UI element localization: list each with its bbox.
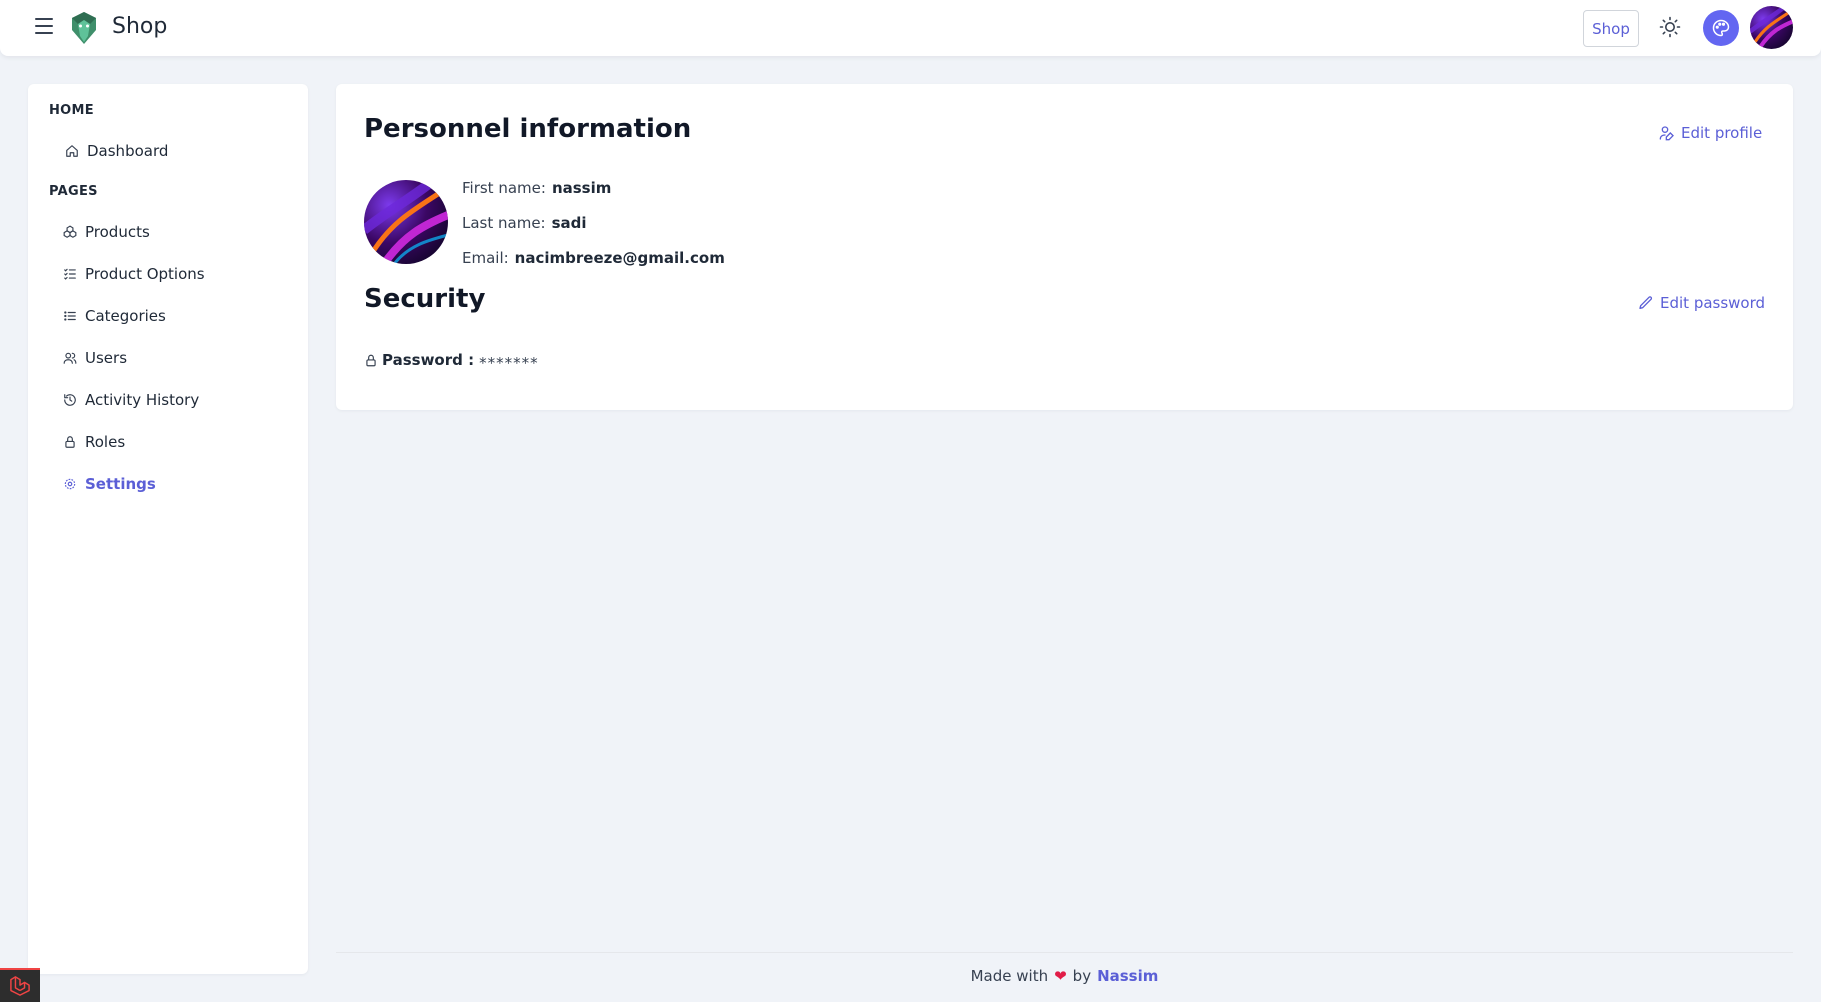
pencil-icon xyxy=(1639,296,1653,309)
first-name-label: First name: xyxy=(462,179,546,197)
home-icon xyxy=(65,144,79,158)
sidebar-item-label: Categories xyxy=(85,307,166,325)
sidebar-item-settings[interactable]: Settings xyxy=(63,470,293,498)
sidebar: HOME Dashboard PAGES Products Product Op… xyxy=(28,84,308,974)
laravel-debugbar-icon[interactable] xyxy=(0,968,40,1002)
sidebar-heading-home: HOME xyxy=(49,103,94,118)
sidebar-item-activity-history[interactable]: Activity History xyxy=(63,386,293,414)
footer-by: by xyxy=(1072,967,1092,985)
sidebar-item-label: Product Options xyxy=(85,265,205,283)
email-row: Email: nacimbreeze@gmail.com xyxy=(462,249,725,267)
sidebar-item-categories[interactable]: Categories xyxy=(63,302,293,330)
password-row: Password : ******* xyxy=(364,348,539,372)
edit-password-label: Edit password xyxy=(1660,294,1766,312)
sidebar-item-label: Roles xyxy=(85,433,126,451)
list-icon xyxy=(63,309,77,323)
shop-button[interactable]: Shop xyxy=(1583,10,1639,47)
edit-profile-link[interactable]: Edit profile xyxy=(1659,124,1762,142)
last-name-value: sadi xyxy=(551,214,587,232)
footer: Made with ❤ by Nassim xyxy=(336,967,1793,985)
sidebar-item-product-options[interactable]: Product Options xyxy=(63,260,293,288)
cubes-icon xyxy=(63,225,77,239)
sidebar-item-users[interactable]: Users xyxy=(63,344,293,372)
sidebar-item-dashboard[interactable]: Dashboard xyxy=(65,137,295,165)
lock-icon xyxy=(63,435,77,449)
palette-icon xyxy=(1712,19,1730,37)
users-icon xyxy=(63,351,77,365)
sidebar-item-label: Users xyxy=(85,349,128,367)
sidebar-item-label: Products xyxy=(85,223,150,241)
password-label: Password : xyxy=(382,351,475,369)
profile-card: Personnel information Edit profile First… xyxy=(336,84,1793,410)
edit-profile-label: Edit profile xyxy=(1681,124,1763,142)
top-navbar: Shop Shop xyxy=(0,0,1821,56)
sidebar-heading-pages: PAGES xyxy=(49,184,98,199)
user-edit-icon xyxy=(1659,126,1674,141)
email-value: nacimbreeze@gmail.com xyxy=(514,249,725,267)
last-name-label: Last name: xyxy=(462,214,546,232)
first-name-row: First name: nassim xyxy=(462,179,611,197)
last-name-row: Last name: sadi xyxy=(462,214,587,232)
sidebar-item-roles[interactable]: Roles xyxy=(63,428,293,456)
gear-icon xyxy=(63,477,77,491)
password-value: ******* xyxy=(479,354,539,372)
security-title: Security xyxy=(364,284,486,314)
edit-password-link[interactable]: Edit password xyxy=(1638,294,1765,312)
lock-icon xyxy=(366,354,376,366)
sidebar-item-label: Dashboard xyxy=(87,142,169,160)
sun-icon[interactable] xyxy=(1658,15,1682,39)
footer-made-with: Made with xyxy=(970,967,1049,985)
hamburger-menu-icon[interactable] xyxy=(35,18,55,34)
profile-avatar xyxy=(364,180,448,264)
sidebar-item-label: Activity History xyxy=(85,391,200,409)
heart-icon: ❤ xyxy=(1054,967,1067,985)
sidebar-item-label: Settings xyxy=(85,475,156,493)
user-avatar[interactable] xyxy=(1750,6,1793,49)
footer-author-link[interactable]: Nassim xyxy=(1097,967,1158,985)
history-icon xyxy=(63,393,77,407)
list-check-icon xyxy=(63,267,77,281)
footer-divider xyxy=(336,952,1793,953)
email-label: Email: xyxy=(462,249,509,267)
personnel-info-title: Personnel information xyxy=(364,114,692,144)
first-name-value: nassim xyxy=(551,179,612,197)
app-title: Shop xyxy=(112,14,168,39)
palette-button[interactable] xyxy=(1703,10,1739,46)
shop-logo xyxy=(72,12,96,44)
sidebar-item-products[interactable]: Products xyxy=(63,218,293,246)
